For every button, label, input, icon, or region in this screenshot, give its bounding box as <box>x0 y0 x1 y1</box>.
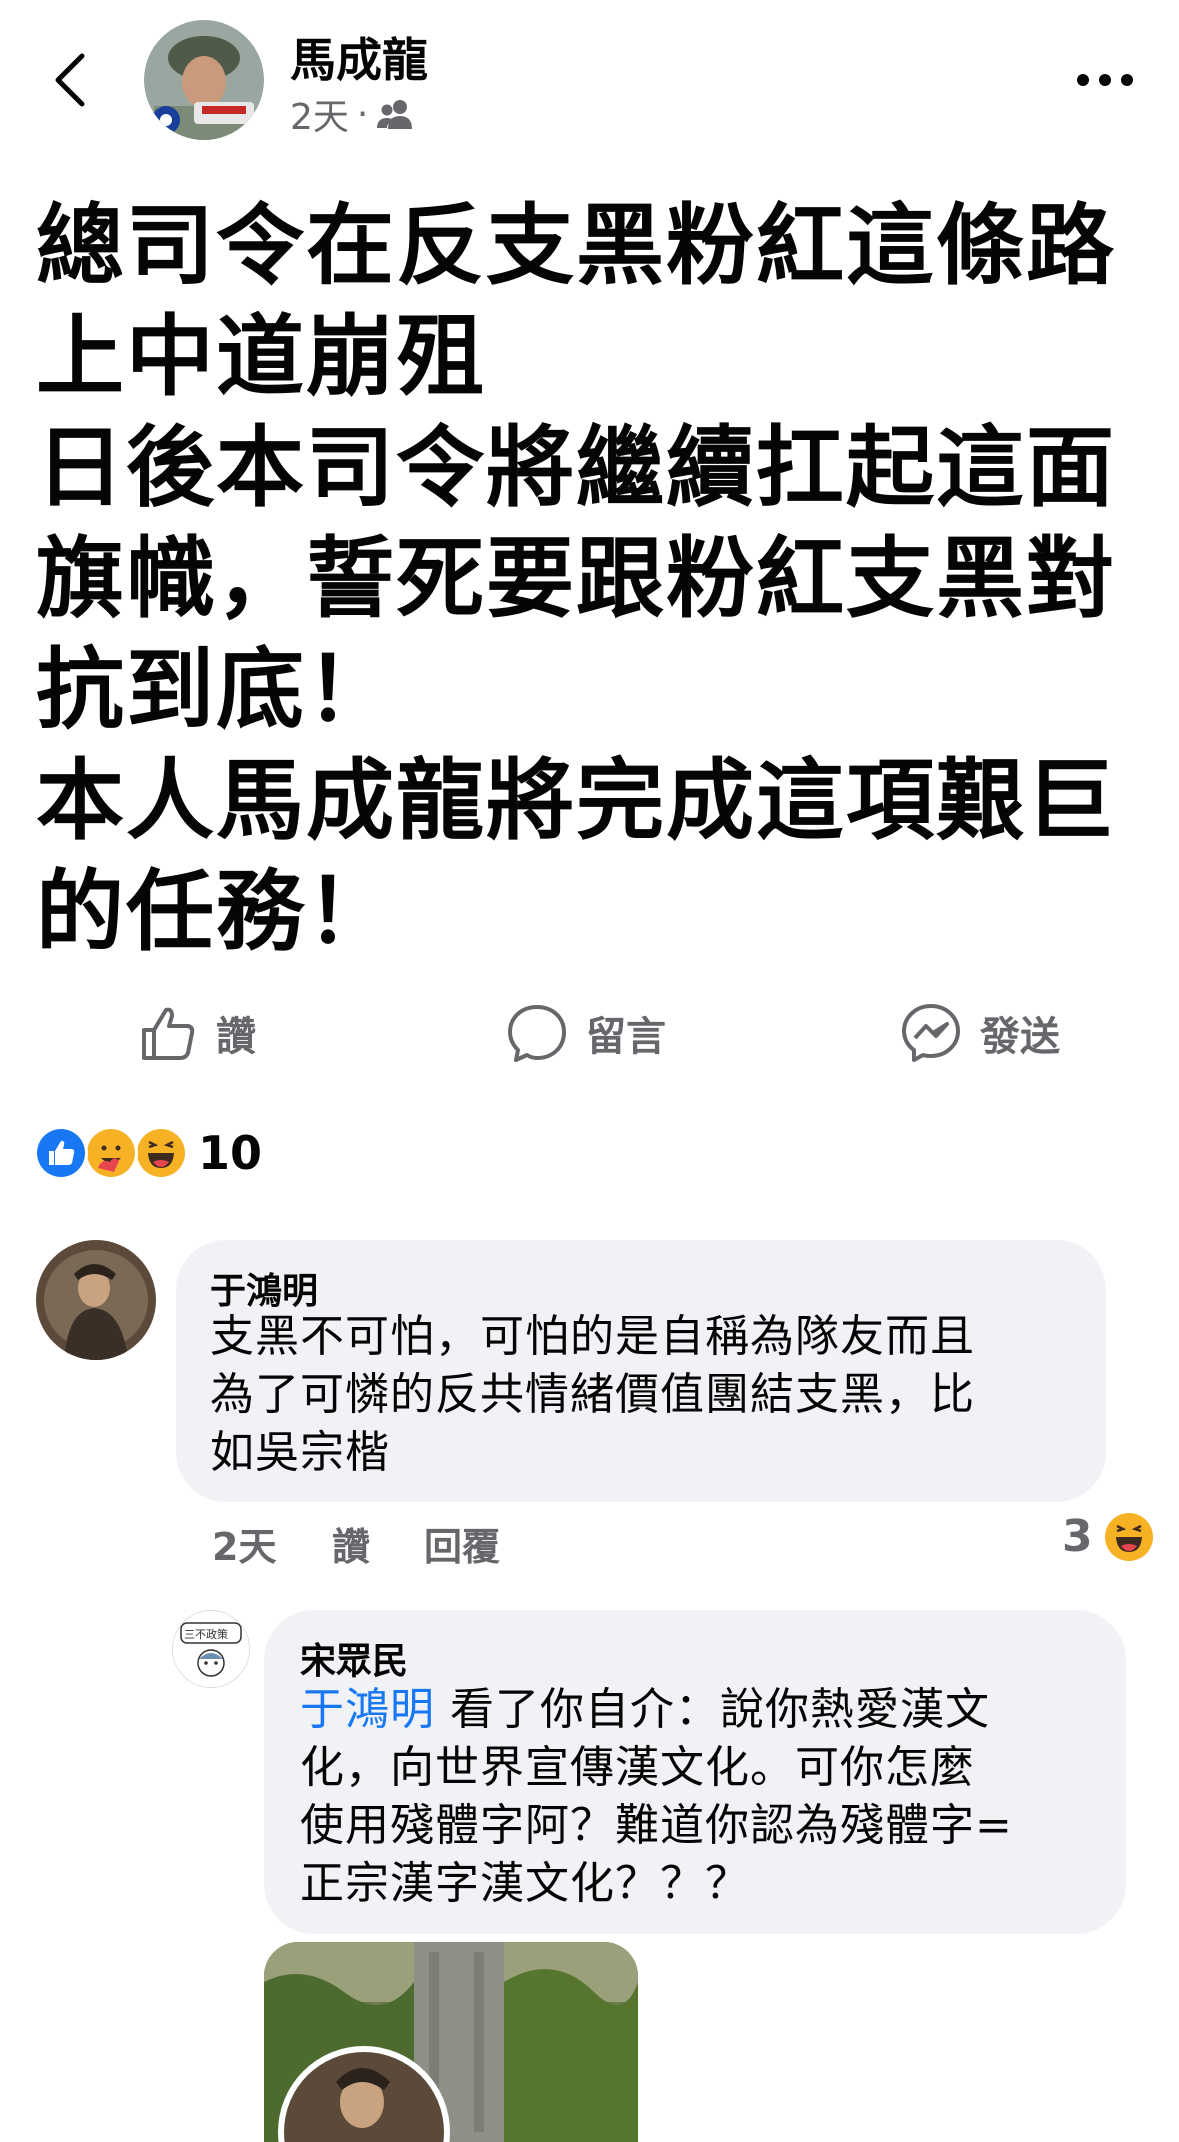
chevron-left-icon <box>55 53 85 107</box>
meta-separator: · <box>356 93 369 135</box>
post-line: 抗到底！ <box>36 638 397 741</box>
comment-text: 支黑不可怕，可怕的是自稱為隊友而且 為了可憐的反共情緒價值團結支黑，比 如吳宗楷 <box>210 1308 975 1482</box>
like-icon <box>34 1126 88 1180</box>
comment-line: 支黑不可怕，可怕的是自稱為隊友而且 <box>210 1311 975 1362</box>
post-line: 的任務！ <box>36 860 397 963</box>
messenger-icon <box>902 1004 960 1062</box>
post-line: 本人馬成龍將完成這項艱巨 <box>36 749 1117 852</box>
avatar-label: 三不政策 <box>184 1628 228 1641</box>
more-options-button[interactable] <box>1075 65 1135 95</box>
friends-icon <box>377 100 413 129</box>
comment-time[interactable]: 2天 <box>212 1516 276 1571</box>
reply-text: 于鴻明 看了你自介：說你熱愛漢文 化，向世界宣傳漢文化。可你怎麼 使用殘體字阿？… <box>300 1681 1013 1913</box>
comment-line: 如吳宗楷 <box>210 1427 390 1478</box>
photo-image <box>264 1942 638 2142</box>
comment-like-button[interactable]: 讚 <box>332 1516 370 1571</box>
reply-attached-image[interactable] <box>264 1942 638 2142</box>
reply-line-rest: 看了你自介：說你熱愛漢文 <box>435 1684 990 1735</box>
care-icon <box>84 1126 138 1180</box>
post-line: 上中道崩殂 <box>36 305 487 408</box>
reply-line: 正宗漢字漢文化？？？ <box>300 1858 750 1909</box>
post-text: 總司令在反支黑粉紅這條路 上中道崩殂 日後本司令將繼續扛起這面 旗幟，誓死要跟粉… <box>36 190 1146 967</box>
thumbs-up-icon <box>142 1007 195 1060</box>
reply-commenter-avatar[interactable]: 三不政策 <box>172 1610 250 1688</box>
reply-commenter-name[interactable]: 宋眾民 <box>300 1632 408 1684</box>
comment-bubble-icon <box>508 1005 566 1062</box>
haha-icon <box>1105 1513 1153 1561</box>
post-line: 日後本司令將繼續扛起這面 <box>36 416 1117 519</box>
comment-button[interactable]: 留言 <box>506 998 666 1068</box>
commenter-avatar[interactable] <box>36 1240 156 1360</box>
commenter-name[interactable]: 于鴻明 <box>210 1262 318 1314</box>
avatar-image <box>144 20 264 140</box>
like-button[interactable]: 讚 <box>136 998 256 1068</box>
author-name[interactable]: 馬成龍 <box>290 24 428 90</box>
send-button[interactable]: 發送 <box>900 998 1060 1068</box>
reactions-summary[interactable]: 10 <box>34 1124 262 1182</box>
comment-label: 留言 <box>586 1014 666 1060</box>
post-time[interactable]: 2天 <box>290 88 349 140</box>
back-button[interactable] <box>50 50 90 110</box>
avatar-image <box>173 1611 249 1687</box>
send-label: 發送 <box>980 1014 1060 1060</box>
reply-line: 化，向世界宣傳漢文化。可你怎麼 <box>300 1742 975 1793</box>
more-icon <box>1077 74 1133 86</box>
post-line: 旗幟，誓死要跟粉紅支黑對 <box>36 527 1117 630</box>
avatar-image <box>36 1240 156 1360</box>
post-meta: 2天 · <box>290 88 416 140</box>
like-label: 讚 <box>216 1014 256 1060</box>
comment-reply-button[interactable]: 回覆 <box>424 1516 500 1571</box>
reply-line: 于鴻明 看了你自介：說你熱愛漢文 <box>300 1681 1013 1739</box>
post-line: 總司令在反支黑粉紅這條路 <box>36 194 1117 297</box>
haha-icon <box>134 1126 188 1180</box>
mention-link[interactable]: 于鴻明 <box>300 1684 435 1735</box>
comment-reaction-count[interactable]: 3 <box>1062 1511 1093 1562</box>
author-avatar[interactable] <box>144 20 264 140</box>
reply-line: 使用殘體字阿？難道你認為殘體字= <box>300 1800 1013 1851</box>
reaction-count: 10 <box>198 1126 263 1180</box>
comment-line: 為了可憐的反共情緒價值團結支黑，比 <box>210 1369 975 1420</box>
